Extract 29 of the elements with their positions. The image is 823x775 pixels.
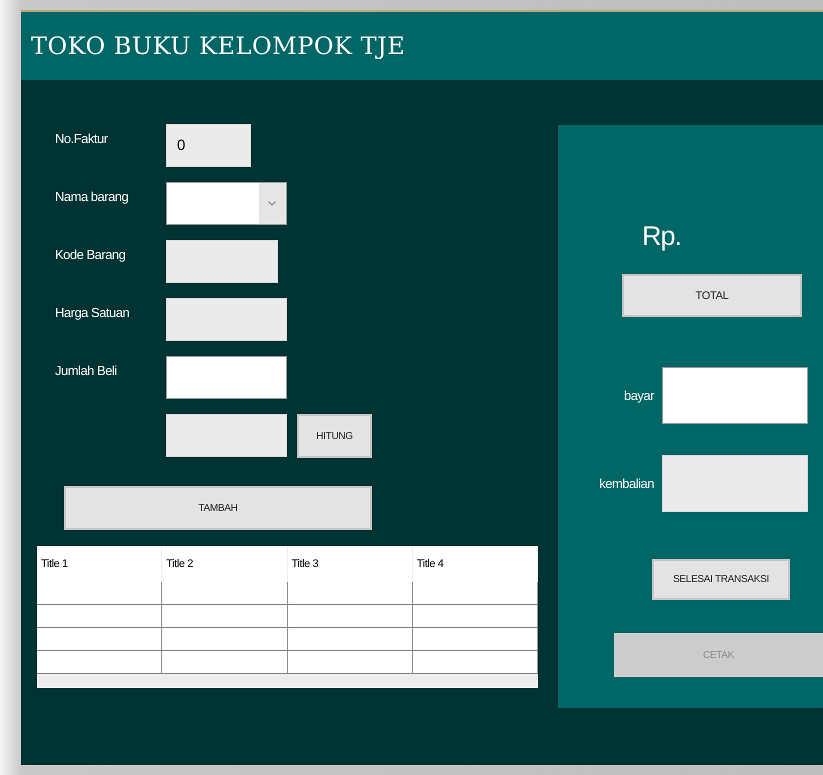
- calculate-button[interactable]: HITUNG: [297, 414, 372, 458]
- column-header[interactable]: Title 4: [412, 546, 538, 582]
- dropdown[interactable]: [166, 182, 287, 225]
- total-button[interactable]: TOTAL: [622, 274, 802, 317]
- table-row[interactable]: [37, 605, 538, 628]
- add-button[interactable]: TAMBAH: [64, 486, 372, 530]
- input-field[interactable]: [166, 356, 287, 399]
- input-field[interactable]: [662, 367, 808, 424]
- field-label: bayar: [622, 388, 656, 403]
- window-title: TOKO BUKU KELOMPOK TJE: [31, 32, 406, 60]
- input-field[interactable]: 0: [166, 124, 251, 167]
- input-field[interactable]: [166, 298, 287, 341]
- caret-icon: [268, 201, 276, 206]
- currency-label: Rp.: [642, 221, 682, 252]
- field-label: Kode Barang: [55, 246, 126, 262]
- field-label: Nama barang: [55, 188, 130, 204]
- input-field[interactable]: [166, 240, 278, 283]
- column-header[interactable]: Title 1: [37, 546, 162, 582]
- table-row[interactable]: [37, 582, 538, 605]
- field-label: kembalian: [598, 476, 655, 491]
- table-row[interactable]: [37, 628, 538, 651]
- input-field[interactable]: [166, 414, 287, 457]
- field-label: No.Faktur: [55, 130, 109, 146]
- column-header[interactable]: Title 2: [162, 546, 288, 582]
- field-label: Harga Satuan: [55, 304, 130, 320]
- column-header[interactable]: Title 3: [288, 546, 413, 582]
- input-field[interactable]: [662, 455, 808, 512]
- field-label: Jumlah Beli: [55, 362, 118, 378]
- finish-button[interactable]: SELESAI TRANSAKSI: [652, 559, 790, 600]
